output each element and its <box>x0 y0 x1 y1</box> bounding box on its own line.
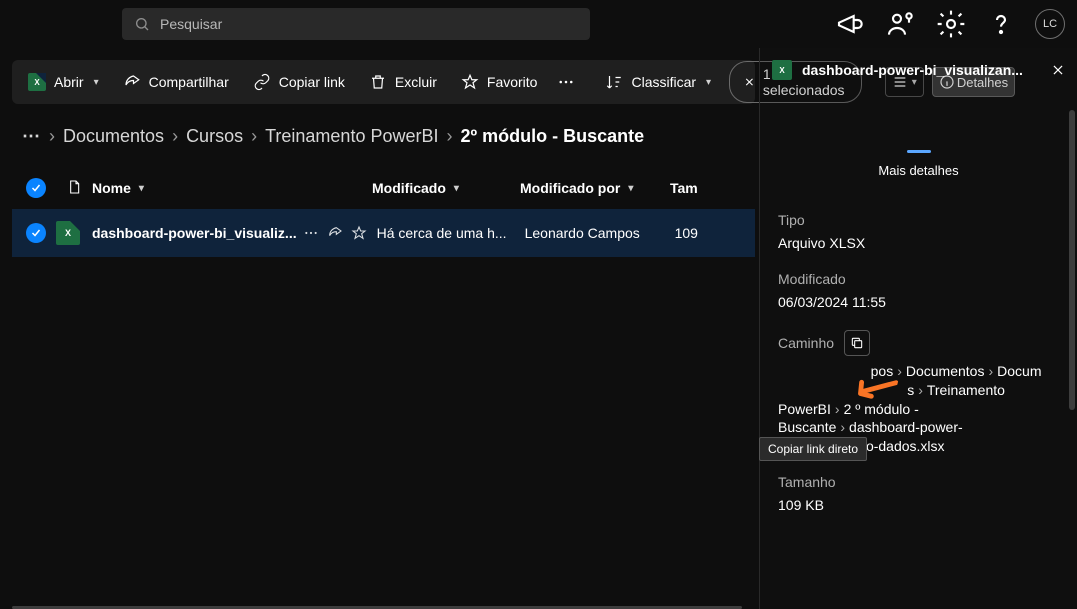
select-all-check[interactable] <box>26 178 46 198</box>
details-pane: X dashboard-power-bi_visualizan... Mais … <box>759 48 1077 609</box>
row-modified: Há cerca de uma h... <box>377 225 525 241</box>
row-modified-by: Leonardo Campos <box>525 225 675 241</box>
label-path: Caminho <box>778 330 1059 356</box>
file-icon <box>66 179 82 195</box>
col-name[interactable]: Nome▾ <box>92 180 372 196</box>
star-icon <box>461 73 479 91</box>
avatar[interactable]: LC <box>1035 9 1065 39</box>
vertical-scrollbar[interactable] <box>1069 110 1075 410</box>
close-icon[interactable] <box>1051 63 1065 77</box>
label-type: Tipo <box>778 212 1059 228</box>
top-bar: Pesquisar LC <box>0 0 1077 48</box>
help-icon[interactable] <box>985 8 1017 40</box>
breadcrumb-item[interactable]: Documentos <box>63 126 164 147</box>
share-icon <box>123 73 141 91</box>
excel-icon: X <box>28 73 46 91</box>
gear-icon[interactable] <box>935 8 967 40</box>
copy-path-button[interactable] <box>844 330 870 356</box>
tooltip: Copiar link direto <box>759 437 867 461</box>
search-icon <box>134 16 150 32</box>
link-icon <box>253 73 271 91</box>
tab-indicator <box>907 150 931 153</box>
delete-button[interactable]: Excluir <box>359 67 447 97</box>
excel-icon: X <box>772 60 792 80</box>
close-icon[interactable] <box>744 76 755 88</box>
file-name: dashboard-power-bi_visualiz... <box>92 225 297 241</box>
value-size: 109 KB <box>778 496 1059 515</box>
chevron-down-icon: ▾ <box>628 183 633 194</box>
excel-icon: X <box>56 221 80 245</box>
more-icon <box>557 73 575 91</box>
col-modified-by[interactable]: Modificado por▾ <box>520 180 670 196</box>
search-input[interactable]: Pesquisar <box>122 8 590 40</box>
copy-icon <box>850 336 864 350</box>
tab-more-details[interactable]: Mais detalhes <box>878 163 958 178</box>
details-title: dashboard-power-bi_visualizan... <box>802 62 1041 78</box>
search-placeholder: Pesquisar <box>160 16 222 32</box>
breadcrumb-overflow[interactable]: ⋯ <box>22 126 41 147</box>
favorite-button[interactable]: Favorito <box>451 67 548 97</box>
chevron-down-icon: ▾ <box>706 77 711 88</box>
more-button[interactable] <box>551 67 581 97</box>
copy-link-button[interactable]: Copiar link <box>243 67 355 97</box>
value-modified: 06/03/2024 11:55 <box>778 293 1059 312</box>
megaphone-icon[interactable] <box>835 8 867 40</box>
share-button[interactable]: Compartilhar <box>113 67 239 97</box>
chevron-down-icon: ▾ <box>94 77 99 88</box>
row-size: 109 <box>675 225 725 241</box>
label-modified: Modificado <box>778 271 1059 287</box>
header-right: LC <box>835 8 1065 40</box>
breadcrumb-item[interactable]: Treinamento PowerBI <box>265 126 438 147</box>
file-list: Nome▾ Modificado▾ Modificado por▾ Tam X … <box>12 167 755 257</box>
value-type: Arquivo XLSX <box>778 234 1059 253</box>
breadcrumb-item[interactable]: Cursos <box>186 126 243 147</box>
trash-icon <box>369 73 387 91</box>
sort-icon <box>605 73 623 91</box>
main-column: X Abrir▾ Compartilhar Copiar link Exclui… <box>0 48 759 609</box>
sort-button[interactable]: Classificar▾ <box>595 67 721 97</box>
breadcrumb-current: 2º módulo - Buscante <box>461 126 645 147</box>
chevron-down-icon: ▾ <box>454 183 459 194</box>
person-icon[interactable] <box>885 8 917 40</box>
share-icon[interactable] <box>327 225 343 241</box>
chevron-down-icon: ▾ <box>139 183 144 194</box>
list-header: Nome▾ Modificado▾ Modificado por▾ Tam <box>12 167 755 209</box>
star-icon[interactable] <box>351 225 367 241</box>
row-check[interactable] <box>26 223 46 243</box>
breadcrumb: ⋯ › Documentos › Cursos › Treinamento Po… <box>12 120 759 167</box>
command-bar: X Abrir▾ Compartilhar Copiar link Exclui… <box>12 60 755 104</box>
more-icon[interactable] <box>303 225 319 241</box>
table-row[interactable]: X dashboard-power-bi_visualiz... Há cerc… <box>12 209 755 257</box>
label-size: Tamanho <box>778 474 1059 490</box>
open-button[interactable]: X Abrir▾ <box>18 67 109 97</box>
col-modified[interactable]: Modificado▾ <box>372 180 520 196</box>
col-size[interactable]: Tam <box>670 180 720 196</box>
